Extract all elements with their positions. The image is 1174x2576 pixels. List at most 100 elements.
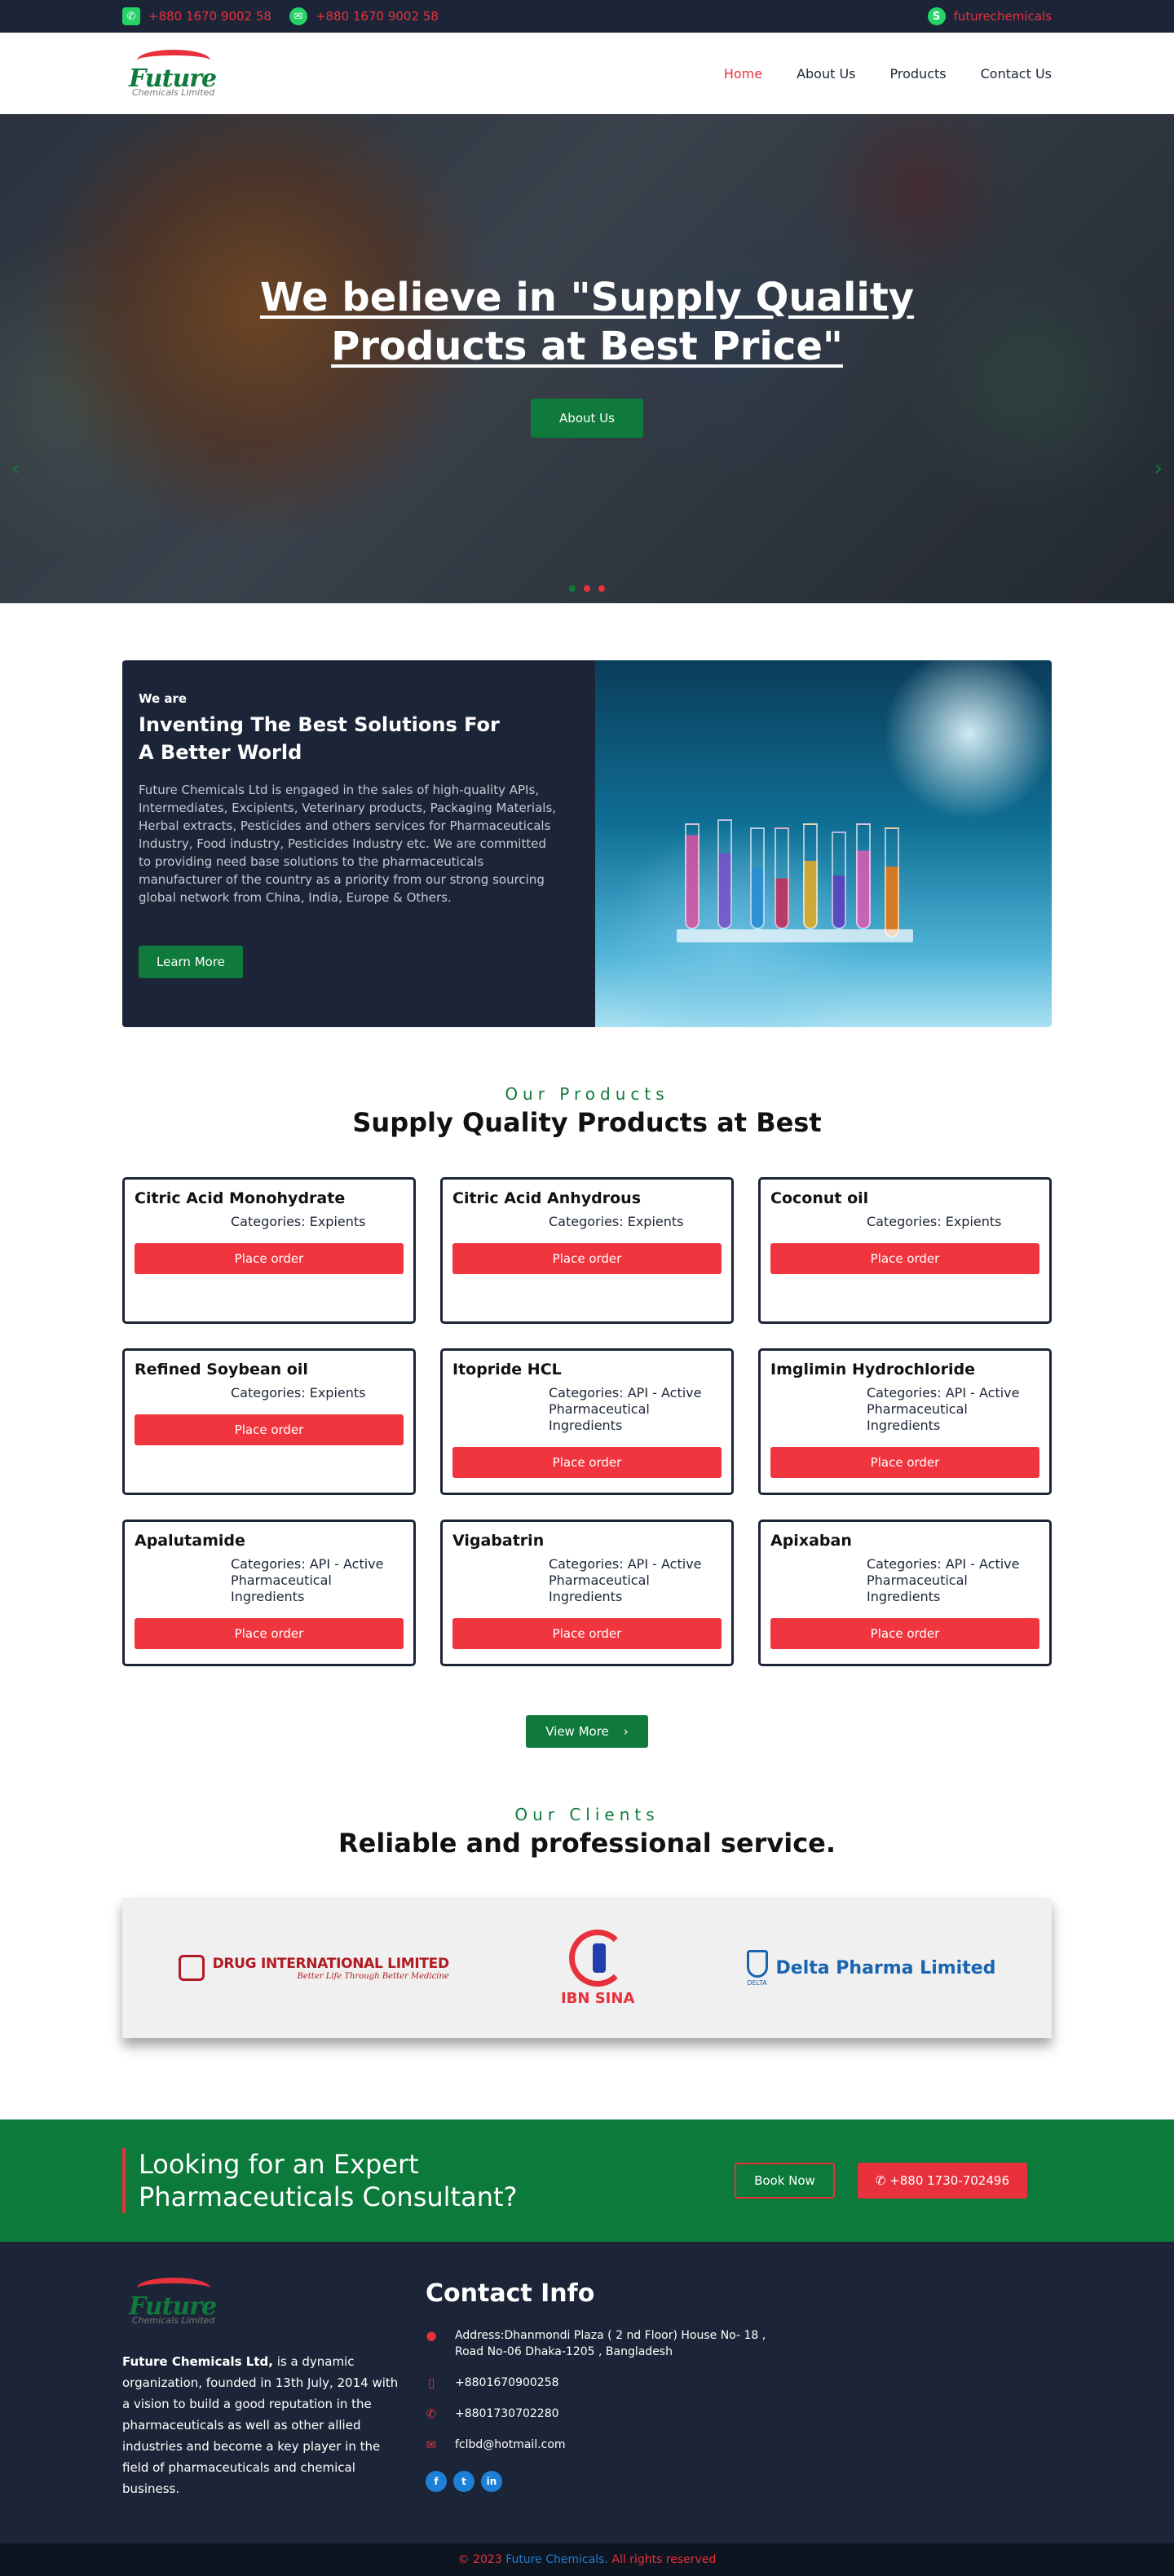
place-order-button[interactable]: Place order	[770, 1447, 1039, 1478]
product-card: Apalutamide Categories: API - Active Pha…	[122, 1520, 416, 1666]
product-category: Categories: Expients	[231, 1214, 366, 1229]
site-header: Future Chemicals Limited Home About Us P…	[0, 33, 1174, 114]
place-order-button[interactable]: Place order	[135, 1414, 404, 1445]
slider-dot[interactable]	[569, 585, 576, 592]
place-order-button[interactable]: Place order	[770, 1243, 1039, 1274]
phone-row: ✆ +8801730702280	[426, 2406, 797, 2422]
product-name[interactable]: Coconut oil	[770, 1189, 1039, 1207]
product-category: Categories: API - Active Pharmaceutical …	[549, 1556, 702, 1604]
hero-about-button[interactable]: About Us	[531, 399, 643, 438]
phone-icon: ✆	[875, 2173, 890, 2188]
email-text[interactable]: fclbd@hotmail.com	[455, 2437, 566, 2453]
slider-dot[interactable]	[598, 585, 605, 592]
product-name[interactable]: Imglimin Hydrochloride	[770, 1361, 1039, 1378]
product-category: Categories: Expients	[549, 1214, 684, 1229]
hero-headline: We believe in "Supply Quality Products a…	[259, 275, 915, 369]
footer-logo[interactable]: Future Chemicals Limited	[122, 2274, 218, 2328]
cta-title: Looking for an Expert Pharmaceuticals Co…	[122, 2148, 518, 2213]
phone-icon: ✆	[122, 7, 140, 25]
product-card: Itopride HCL Categories: API - Active Ph…	[440, 1348, 734, 1495]
view-more-button[interactable]: View More ›	[526, 1715, 648, 1748]
place-order-button[interactable]: Place order	[135, 1243, 404, 1274]
chevron-right-icon[interactable]: ›	[1154, 457, 1163, 481]
nav-contact[interactable]: Contact Us	[981, 66, 1052, 82]
product-card: Vigabatrin Categories: API - Active Phar…	[440, 1520, 734, 1666]
tube-rack	[677, 929, 913, 942]
twitter-icon[interactable]: t	[453, 2471, 474, 2492]
test-tube	[885, 827, 899, 937]
products-title: Supply Quality Products at Best	[352, 1107, 822, 1138]
place-order-button[interactable]: Place order	[135, 1618, 404, 1649]
logo[interactable]: Future Chemicals Limited	[122, 46, 218, 100]
wechat-contact[interactable]: ✉ +880 1670 9002 58	[289, 7, 439, 25]
copyright-bar: © 2023 Future Chemicals. All rights rese…	[0, 2543, 1174, 2576]
chevron-right-icon: ›	[623, 1724, 629, 1739]
skype-contact[interactable]: S futurechemicals	[927, 7, 1052, 25]
flask-icon	[746, 1949, 768, 1978]
nav-about[interactable]: About Us	[797, 66, 855, 82]
wechat-number[interactable]: +880 1670 9002 58	[316, 9, 439, 24]
product-name[interactable]: Apalutamide	[135, 1532, 404, 1550]
client-ibn-sina[interactable]: IBN SINA	[561, 1929, 634, 2007]
nav-products[interactable]: Products	[890, 66, 947, 82]
test-tube	[832, 831, 846, 929]
place-order-button[interactable]: Place order	[452, 1447, 722, 1478]
logo-subtitle: Chemicals Limited	[132, 87, 215, 98]
call-number: +880 1730-702496	[889, 2173, 1009, 2188]
product-card: Coconut oil Categories: Expients Place o…	[758, 1177, 1052, 1324]
email-row: ✉ fclbd@hotmail.com	[426, 2437, 797, 2453]
skype-icon: S	[927, 7, 946, 25]
hero-slider: ‹ › We believe in "Supply Quality Produc…	[0, 114, 1174, 603]
copyright-brand[interactable]: Future Chemicals.	[505, 2553, 608, 2566]
skype-handle[interactable]: futurechemicals	[954, 9, 1052, 24]
product-name[interactable]: Apixaban	[770, 1532, 1039, 1550]
footer-about: Future Chemicals Limited Future Chemical…	[122, 2274, 399, 2543]
product-card: Citric Acid Anhydrous Categories: Expien…	[440, 1177, 734, 1324]
phone-text[interactable]: +8801670900258	[455, 2375, 559, 2391]
place-order-button[interactable]: Place order	[770, 1618, 1039, 1649]
facebook-icon[interactable]: f	[426, 2471, 447, 2492]
product-category: Categories: API - Active Pharmaceutical …	[549, 1385, 702, 1433]
product-card: Citric Acid Monohydrate Categories: Expi…	[122, 1177, 416, 1324]
cta-buttons: Book Now ✆ +880 1730-702496	[735, 2163, 1027, 2199]
lab-photo	[595, 660, 1052, 1027]
main-nav: Home About Us Products Contact Us	[724, 66, 1052, 82]
test-tube	[856, 823, 871, 929]
ibn-sina-logo-icon	[569, 1929, 627, 1987]
about-text: We are Inventing The Best Solutions For …	[122, 660, 595, 1027]
product-name[interactable]: Vigabatrin	[452, 1532, 722, 1550]
view-more-label: View More	[545, 1724, 609, 1739]
client-delta-pharma[interactable]: DELTA Delta Pharma Limited	[746, 1949, 995, 1987]
phone-text[interactable]: +8801730702280	[455, 2406, 559, 2422]
nav-home[interactable]: Home	[724, 66, 762, 82]
phone-number[interactable]: +880 1670 9002 58	[148, 9, 271, 24]
chevron-left-icon[interactable]: ‹	[11, 457, 20, 481]
slider-dot[interactable]	[584, 585, 590, 592]
map-pin-icon: ●	[426, 2328, 437, 2343]
site-footer: Future Chemicals Limited Future Chemical…	[0, 2242, 1174, 2543]
product-name[interactable]: Itopride HCL	[452, 1361, 722, 1378]
consultant-cta: Looking for an Expert Pharmaceuticals Co…	[0, 2119, 1174, 2242]
drug-tagline: Better Life Through Better Medicine	[297, 1971, 449, 1981]
products-heading: Our Products Supply Quality Products at …	[0, 1084, 1174, 1138]
phone-contact[interactable]: ✆ +880 1670 9002 58	[122, 7, 271, 25]
about-title-line1: Inventing The Best Solutions For	[139, 713, 500, 736]
product-card: Imglimin Hydrochloride Categories: API -…	[758, 1348, 1052, 1495]
learn-more-button[interactable]: Learn More	[139, 946, 243, 978]
product-name[interactable]: Citric Acid Anhydrous	[452, 1189, 722, 1207]
social-links: f t in	[426, 2471, 797, 2492]
book-now-button[interactable]: Book Now	[735, 2163, 835, 2199]
linkedin-icon[interactable]: in	[481, 2471, 502, 2492]
test-tube	[803, 823, 818, 929]
products-eyebrow: Our Products	[505, 1084, 669, 1104]
product-name[interactable]: Citric Acid Monohydrate	[135, 1189, 404, 1207]
place-order-button[interactable]: Place order	[452, 1243, 722, 1274]
clients-eyebrow: Our Clients	[514, 1805, 660, 1824]
product-category: Categories: Expients	[867, 1214, 1002, 1229]
product-category: Categories: API - Active Pharmaceutical …	[867, 1556, 1020, 1604]
product-name[interactable]: Refined Soybean oil	[135, 1361, 404, 1378]
call-button[interactable]: ✆ +880 1730-702496	[857, 2163, 1027, 2199]
slider-dots	[0, 585, 1174, 592]
place-order-button[interactable]: Place order	[452, 1618, 722, 1649]
client-drug-international[interactable]: DRUG INTERNATIONAL LIMITED Better Life T…	[178, 1955, 449, 1981]
